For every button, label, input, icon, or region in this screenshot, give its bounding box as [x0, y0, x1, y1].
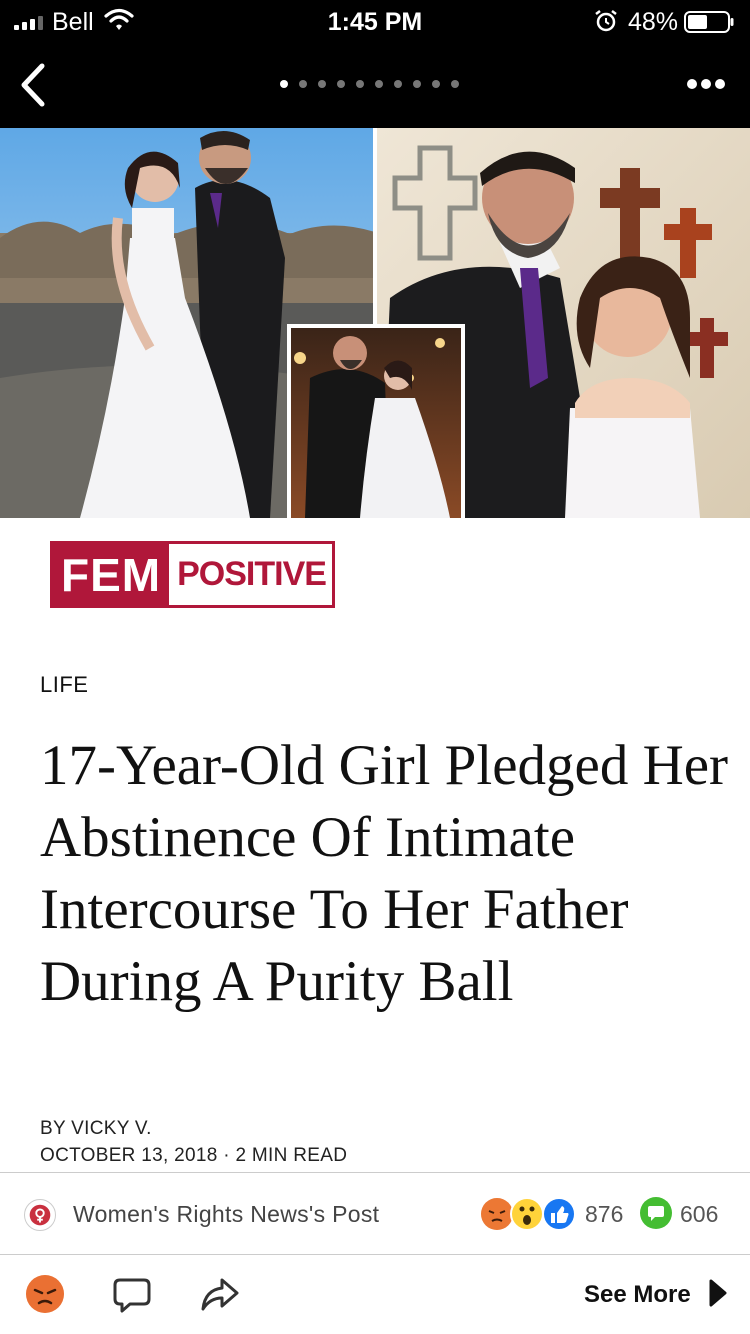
comment-button-icon[interactable]	[112, 1276, 152, 1314]
comment-count[interactable]: 606	[680, 1201, 718, 1228]
page-avatar[interactable]	[24, 1199, 56, 1231]
publisher-logo: FEM POSITIVE	[50, 541, 335, 608]
more-options-icon[interactable]	[686, 74, 726, 94]
article-byline: BY VICKY V.	[40, 1118, 152, 1139]
angry-react-button-icon[interactable]	[25, 1274, 65, 1314]
nav-bar	[0, 44, 750, 128]
reaction-icons[interactable]	[479, 1196, 579, 1232]
share-button-icon[interactable]	[200, 1276, 240, 1312]
article-hero-image[interactable]	[0, 128, 750, 518]
back-arrow-icon[interactable]	[14, 60, 54, 110]
see-more-button[interactable]: See More	[584, 1281, 691, 1309]
logo-positive-text: POSITIVE	[177, 555, 327, 593]
article-dateline: OCTOBER 13, 2018 · 2 MIN READ	[40, 1145, 347, 1167]
article-category[interactable]: LIFE	[40, 672, 88, 698]
page-dot	[318, 80, 326, 88]
page-dot	[375, 80, 383, 88]
play-arrow-icon[interactable]	[708, 1278, 728, 1308]
reaction-count[interactable]: 876	[585, 1201, 623, 1228]
wow-reaction-icon	[510, 1197, 544, 1231]
page-dot	[432, 80, 440, 88]
battery-percent: 48%	[628, 8, 679, 36]
logo-fem-text: FEM	[53, 544, 170, 605]
divider	[0, 1254, 750, 1255]
angry-reaction-icon	[481, 1198, 513, 1230]
status-bar: Bell 1:45 PM 48%	[0, 0, 750, 44]
article-headline: 17-Year-Old Girl Pledged Her Abstinence …	[40, 734, 729, 1013]
page-dot	[356, 80, 364, 88]
comment-count-icon	[640, 1197, 672, 1229]
page-dot	[413, 80, 421, 88]
page-dot	[299, 80, 307, 88]
alarm-icon	[595, 10, 617, 32]
post-source-link[interactable]: Women's Rights News's Post	[73, 1201, 379, 1228]
page-dot	[394, 80, 402, 88]
article-date: OCTOBER 13, 2018	[40, 1145, 218, 1166]
page-dot	[451, 80, 459, 88]
page-indicator	[280, 80, 459, 88]
article-read-time: 2 MIN READ	[235, 1145, 348, 1166]
divider	[0, 1172, 750, 1173]
page-dot	[337, 80, 345, 88]
date-separator: ·	[223, 1145, 230, 1166]
like-reaction-icon	[542, 1197, 576, 1231]
battery-icon	[684, 11, 734, 33]
page-dot	[280, 80, 288, 88]
